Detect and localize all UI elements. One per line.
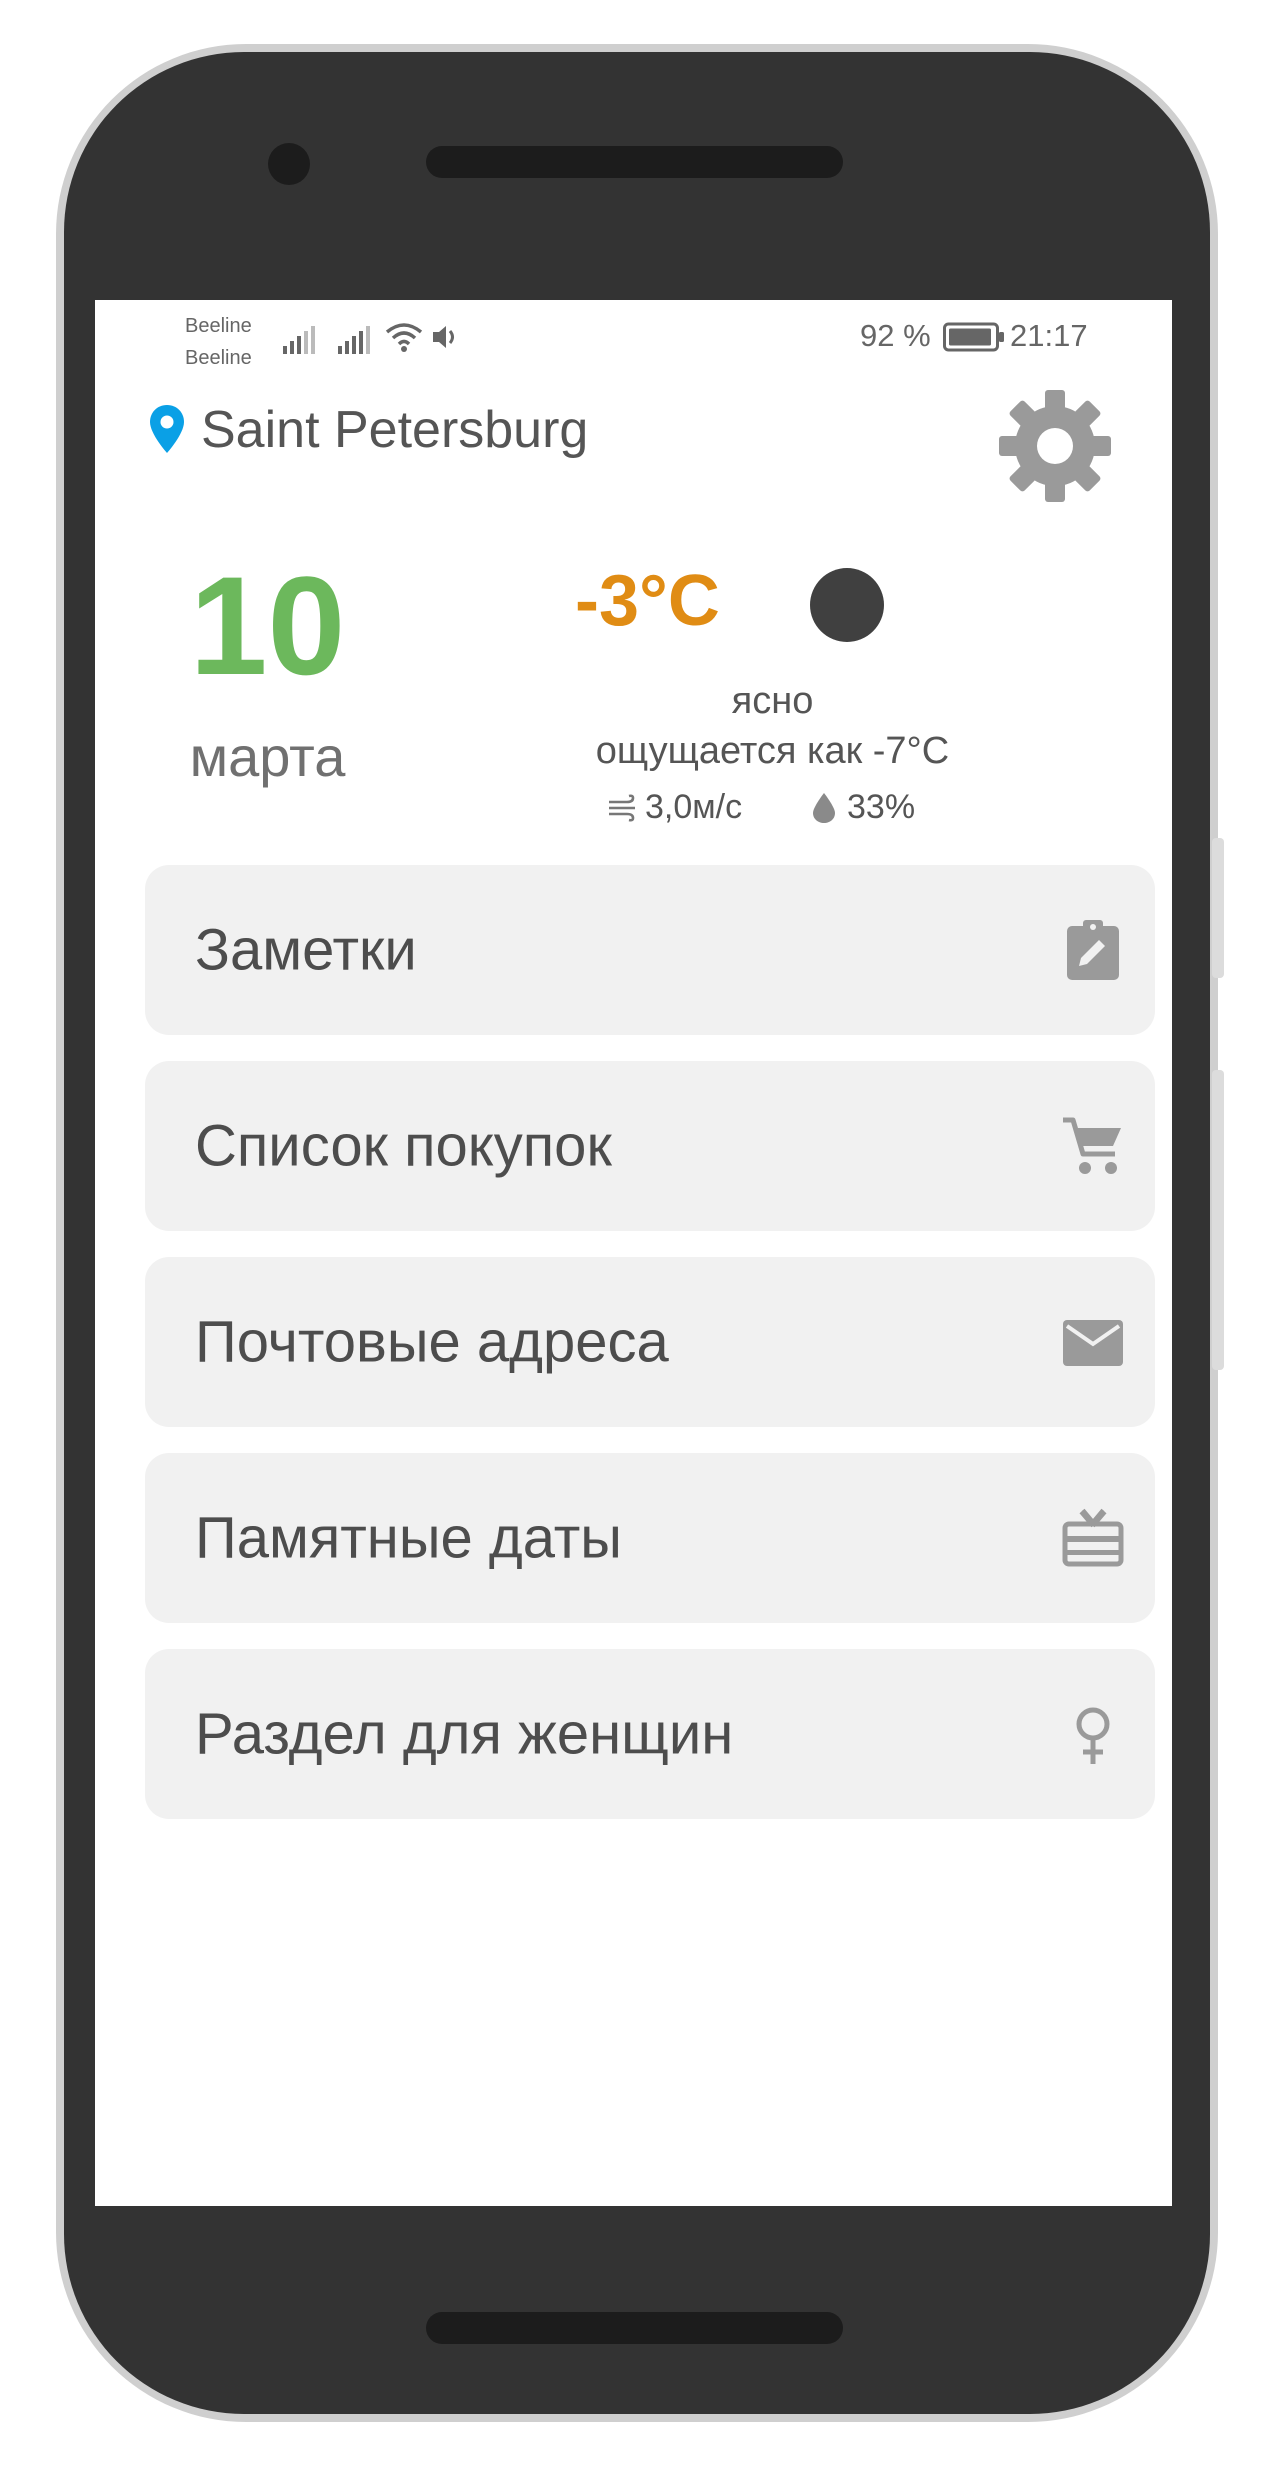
battery-icon xyxy=(943,322,1004,352)
carrier-1: Beeline xyxy=(185,315,252,337)
menu-item-memorable-dates[interactable]: Памятные даты xyxy=(145,1453,1155,1623)
mail-icon xyxy=(1063,1320,1123,1366)
humidity: 33% xyxy=(847,788,916,826)
location-pin-icon xyxy=(150,405,184,453)
earpiece-speaker xyxy=(426,146,843,178)
clock: 21:17 xyxy=(1010,318,1088,353)
menu-item-label: Список покупок xyxy=(195,1113,612,1179)
weather-condition: ясно xyxy=(731,680,814,722)
wind-icon xyxy=(609,794,635,822)
feels-like: ощущается как -7°C xyxy=(595,730,950,772)
power-button xyxy=(1212,838,1224,978)
bottom-speaker xyxy=(426,2312,843,2344)
menu-item-label: Почтовые адреса xyxy=(195,1309,669,1375)
shopping-cart-icon xyxy=(1063,1117,1121,1174)
clipboard-pencil-icon xyxy=(1067,920,1119,980)
date-day: 10 xyxy=(189,547,346,704)
date-month: марта xyxy=(189,725,346,788)
wifi-icon xyxy=(385,323,423,352)
carrier-labels: Beeline Beeline xyxy=(185,310,252,374)
menu-item-label: Раздел для женщин xyxy=(195,1701,734,1767)
status-bar: Beeline Beeline 92 % 21:17 xyxy=(95,300,1172,380)
volume-button xyxy=(1212,1070,1224,1370)
menu-item-label: Заметки xyxy=(195,917,417,983)
menu-item-notes[interactable]: Заметки xyxy=(145,865,1155,1035)
gear-icon[interactable] xyxy=(995,386,1115,506)
menu-item-shopping-list[interactable]: Список покупок xyxy=(145,1061,1155,1231)
moon-icon xyxy=(810,568,884,642)
menu-item-womens-section[interactable]: Раздел для женщин xyxy=(145,1649,1155,1819)
wind-speed: 3,0м/с xyxy=(645,788,743,826)
front-camera xyxy=(268,143,310,185)
carrier-2: Beeline xyxy=(185,347,252,369)
menu-item-mail-addresses[interactable]: Почтовые адреса xyxy=(145,1257,1155,1427)
volume-icon xyxy=(433,326,454,348)
app-screen: Beeline Beeline 92 % 21:17 Saint Petersb… xyxy=(95,300,1172,2206)
signal-icon xyxy=(283,324,319,354)
city-name[interactable]: Saint Petersburg xyxy=(201,400,588,460)
female-symbol-icon xyxy=(1076,1707,1110,1764)
temperature: -3°C xyxy=(575,561,720,641)
humidity-drop-icon xyxy=(813,793,835,823)
battery-percent: 92 % xyxy=(860,318,931,353)
signal-icon xyxy=(338,324,374,354)
gift-card-icon xyxy=(1062,1508,1124,1567)
menu-item-label: Памятные даты xyxy=(195,1505,622,1571)
